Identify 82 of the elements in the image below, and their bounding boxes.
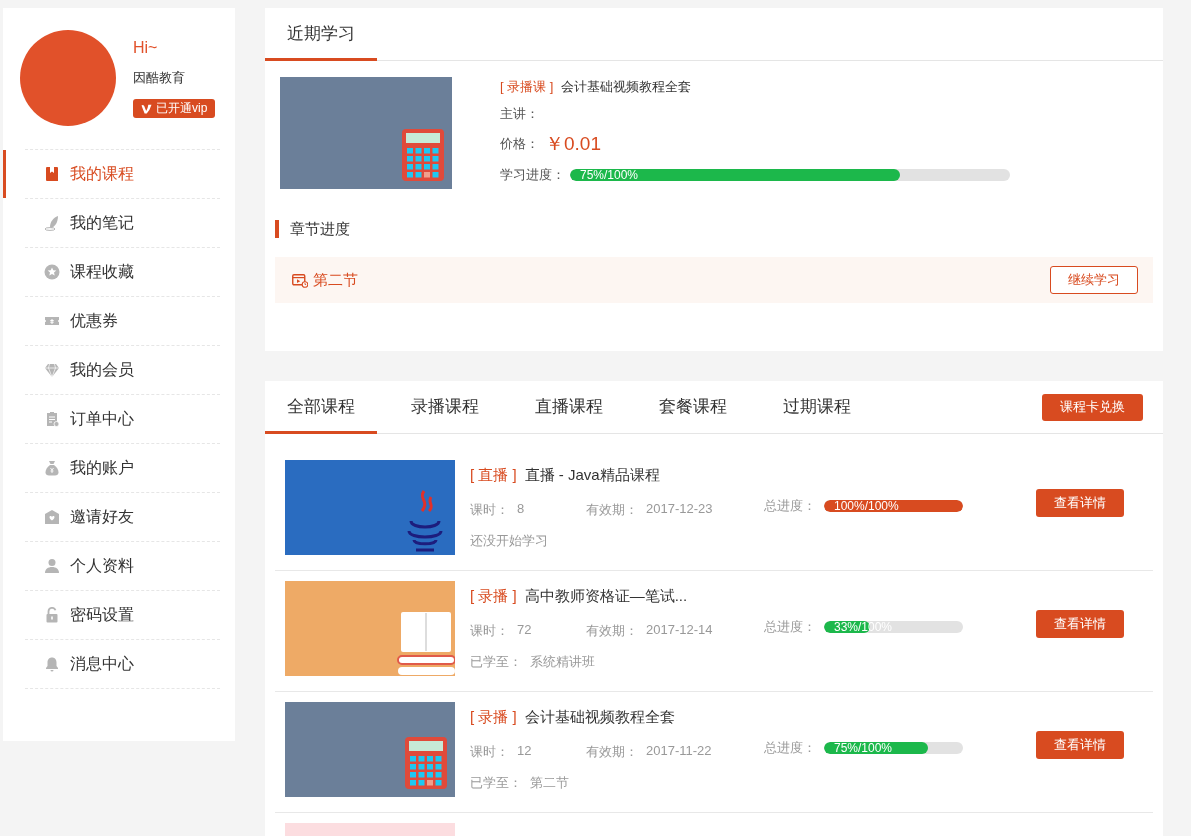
course-type-tag: [ 录播 ] bbox=[470, 707, 517, 727]
expiry-date: 2017-12-23 bbox=[646, 501, 713, 518]
money-bag-icon bbox=[44, 460, 60, 476]
study-status: 还没开始学习 bbox=[470, 532, 548, 550]
progress-reading: 75%/100% bbox=[580, 169, 639, 181]
bell-icon bbox=[44, 656, 60, 672]
course-thumbnail[interactable] bbox=[285, 460, 455, 555]
padlock-icon bbox=[44, 607, 60, 623]
price-label: 价格： bbox=[500, 135, 539, 153]
expiry-label: 有效期： bbox=[586, 743, 638, 761]
expiry-date: 2017-11-22 bbox=[646, 743, 712, 760]
vip-icon bbox=[141, 103, 152, 114]
course-thumbnail[interactable] bbox=[285, 823, 455, 836]
bookmark-icon bbox=[44, 166, 60, 182]
lesson-hours: 12 bbox=[517, 743, 532, 760]
lesson-hours: 8 bbox=[517, 501, 525, 518]
books-icon bbox=[397, 612, 455, 676]
view-details-button[interactable]: 查看详情 bbox=[1036, 730, 1124, 759]
progress-label: 总进度： bbox=[764, 496, 816, 515]
course-type-tag: [ 直播 ] bbox=[470, 465, 517, 485]
tab[interactable]: 过期课程 bbox=[761, 381, 873, 434]
sidebar-item[interactable]: 我的课程 bbox=[3, 150, 235, 198]
course-title[interactable]: 直播 - Java精品课程 bbox=[524, 465, 660, 485]
tab[interactable]: 全部课程 bbox=[265, 381, 377, 434]
lecturer-label: 主讲： bbox=[500, 105, 539, 123]
progress-label: 总进度： bbox=[764, 738, 816, 757]
sidebar-item[interactable]: 优惠券 bbox=[3, 297, 235, 345]
sidebar-item[interactable]: 邀请好友 bbox=[3, 493, 235, 541]
chapter-name: 第二节 bbox=[313, 270, 358, 290]
progress-label: 学习进度： bbox=[500, 166, 565, 184]
greeting-text: Hi~ bbox=[133, 38, 158, 58]
studied-label: 已学至： bbox=[470, 774, 522, 792]
view-details-button[interactable]: 查看详情 bbox=[1036, 488, 1124, 517]
studied-label: 已学至： bbox=[470, 653, 522, 671]
clipboard-icon bbox=[44, 411, 60, 427]
course-thumbnail[interactable] bbox=[285, 581, 455, 676]
tab[interactable]: 录播课程 bbox=[389, 381, 501, 434]
tab[interactable]: 直播课程 bbox=[513, 381, 625, 434]
continue-button[interactable]: 继续学习 bbox=[1050, 266, 1138, 294]
course-title: 会计基础视频教程全套 bbox=[561, 78, 692, 96]
section-heading: 章节进度 bbox=[275, 220, 1163, 238]
sidebar-item[interactable]: 我的账户 bbox=[3, 444, 235, 492]
envelope-icon bbox=[44, 509, 60, 525]
person-icon bbox=[44, 558, 60, 574]
lesson-hours-label: 课时： bbox=[470, 501, 509, 519]
sidebar-item[interactable]: 订单中心 bbox=[3, 395, 235, 443]
course-thumbnail[interactable] bbox=[280, 77, 452, 189]
course-title[interactable]: 会计基础视频教程全套 bbox=[524, 707, 675, 727]
studied-chapter: 系统精讲班 bbox=[530, 653, 595, 671]
calculator-icon bbox=[402, 129, 444, 181]
lesson-hours-label: 课时： bbox=[470, 622, 509, 640]
sidebar-item[interactable]: 密码设置 bbox=[3, 591, 235, 639]
calculator-icon bbox=[405, 737, 447, 789]
lesson-hours: 72 bbox=[517, 622, 532, 639]
vip-status-text: 已开通vip bbox=[156, 100, 208, 117]
expiry-date: 2017-12-14 bbox=[646, 622, 713, 639]
sidebar-item[interactable]: 课程收藏 bbox=[3, 248, 235, 296]
progress-reading: 75%/100% bbox=[834, 741, 893, 754]
course-type-tag: [ 录播课 ] bbox=[500, 78, 554, 96]
studied-chapter: 第二节 bbox=[530, 774, 569, 792]
coffee-cup-icon bbox=[405, 489, 445, 553]
progress-reading: 100%/100% bbox=[834, 499, 899, 512]
expiry-label: 有效期： bbox=[586, 622, 638, 640]
tab[interactable]: 套餐课程 bbox=[637, 381, 749, 434]
course-title[interactable]: 高中教师资格证—笔试... bbox=[524, 586, 688, 606]
diamond-icon bbox=[44, 362, 60, 378]
progress-label: 总进度： bbox=[764, 617, 816, 636]
sidebar-item[interactable]: 个人资料 bbox=[3, 542, 235, 590]
video-clock-icon bbox=[292, 272, 308, 288]
sidebar-item[interactable]: 消息中心 bbox=[3, 640, 235, 688]
view-details-button[interactable]: 查看详情 bbox=[1036, 609, 1124, 638]
username: 因酷教育 bbox=[133, 69, 185, 87]
price: ￥0.01 bbox=[545, 132, 601, 156]
sidebar-item[interactable]: 我的笔记 bbox=[3, 199, 235, 247]
lesson-hours-label: 课时： bbox=[470, 743, 509, 761]
course-type-tag: [ 录播 ] bbox=[470, 586, 517, 606]
sidebar-item[interactable]: 我的会员 bbox=[3, 346, 235, 394]
expiry-label: 有效期： bbox=[586, 501, 638, 519]
tab[interactable]: 近期学习 bbox=[265, 8, 377, 61]
feather-icon bbox=[44, 215, 60, 231]
redeem-card-button[interactable]: 课程卡兑换 bbox=[1042, 393, 1143, 421]
course-thumbnail[interactable] bbox=[285, 702, 455, 797]
